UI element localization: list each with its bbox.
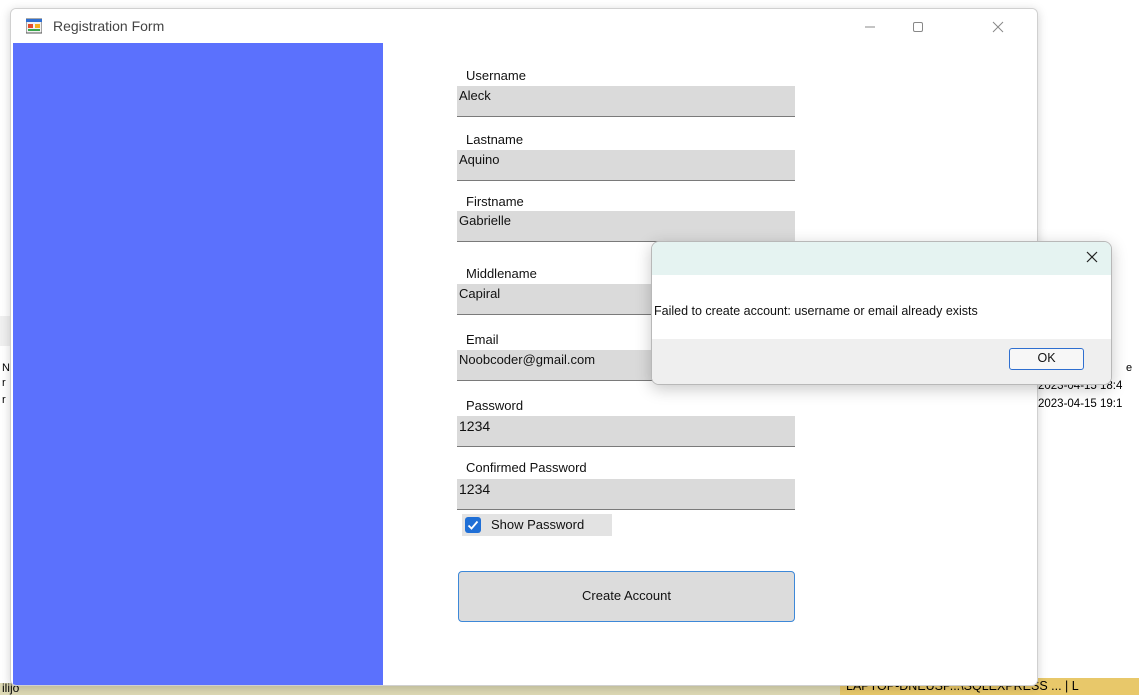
background-timestamp: 2023-04-15 19:1 (1038, 398, 1123, 410)
ok-button[interactable]: OK (1009, 348, 1084, 370)
dialog-title-bar[interactable] (652, 242, 1111, 275)
show-password-checkbox[interactable]: Show Password (462, 514, 612, 536)
checkmark-icon (467, 520, 479, 530)
background-text-fragment: r (2, 377, 6, 389)
password-field[interactable]: 1234 (457, 416, 795, 447)
firstname-field[interactable]: Gabrielle (457, 211, 795, 242)
confirm-password-label: Confirmed Password (466, 460, 587, 475)
middlename-label: Middlename (466, 266, 537, 281)
confirm-password-field[interactable]: 1234 (457, 479, 795, 510)
maximize-button[interactable] (895, 13, 941, 41)
dialog-footer: OK (652, 339, 1111, 384)
error-dialog: Failed to create account: username or em… (651, 241, 1112, 385)
close-icon (992, 21, 1004, 33)
close-button[interactable] (975, 13, 1021, 41)
close-icon (1086, 251, 1098, 263)
show-password-label: Show Password (491, 517, 585, 532)
lastname-field[interactable]: Aquino (457, 150, 795, 181)
email-label: Email (466, 332, 499, 347)
username-field[interactable]: Aleck (457, 86, 795, 117)
password-label: Password (466, 398, 524, 413)
firstname-label: Firstname (466, 194, 524, 209)
dialog-message: Failed to create account: username or em… (654, 304, 978, 318)
background-text-fragment: N (2, 362, 10, 374)
checkbox-checked-icon (465, 517, 481, 533)
minimize-icon (865, 26, 875, 28)
background-text-fragment: r (2, 394, 6, 406)
maximize-icon (913, 21, 923, 32)
app-form-icon (26, 18, 42, 34)
lastname-label: Lastname (466, 132, 524, 147)
dialog-close-button[interactable] (1081, 246, 1103, 268)
create-account-button[interactable]: Create Account (458, 571, 795, 622)
side-panel (13, 43, 383, 685)
title-bar[interactable]: Registration Form (11, 9, 1037, 43)
window-title: Registration Form (53, 18, 165, 34)
minimize-button[interactable] (847, 13, 893, 41)
username-label: Username (466, 68, 526, 83)
background-text-fragment: e (1126, 362, 1133, 374)
